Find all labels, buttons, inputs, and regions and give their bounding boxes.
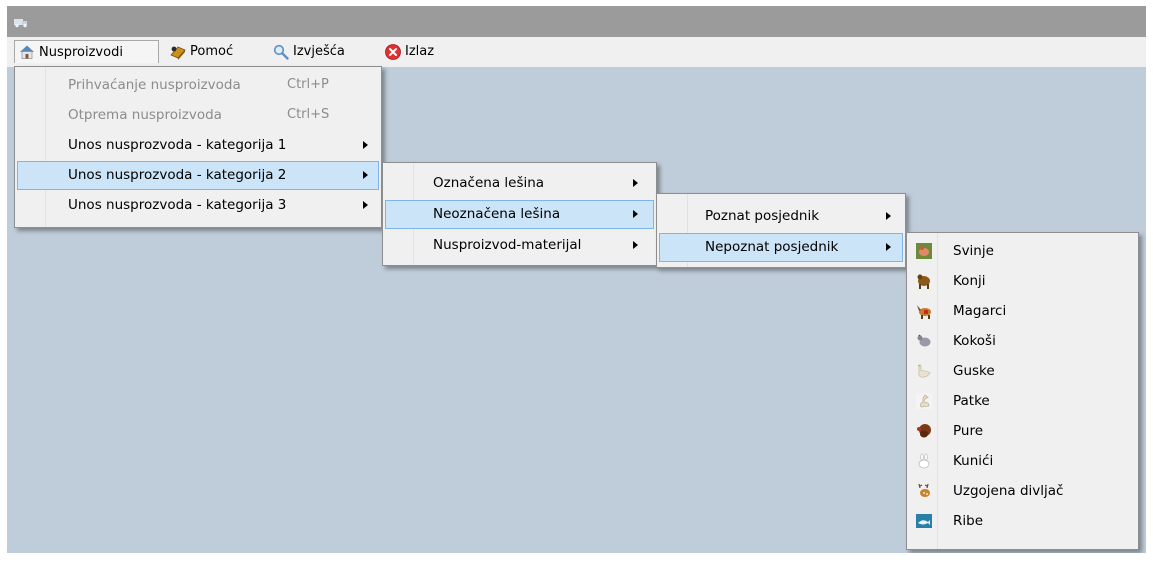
menu-item-label: Magarci [953,303,1007,319]
magnifier-icon [273,44,289,60]
deer-icon [918,483,930,497]
menu-item-guske[interactable]: Guske [909,357,1136,386]
submenu-arrow-icon [633,179,638,187]
menu-item-nepoznat-posjednik[interactable]: Nepoznat posjednik [659,233,903,262]
menu-item-label: Kunići [953,453,994,469]
menu-izlaz[interactable]: Izlaz [381,40,451,63]
menu-item-kategorija-1[interactable]: Unos nusprozvoda - kategorija 1 [17,131,379,160]
menu-item-label: Svinje [953,243,994,259]
menu-item-label: Poznat posjednik [705,208,820,224]
title-bar[interactable] [7,6,1146,37]
help-book-icon [170,46,186,60]
menu-item-nusproizvod-materijal[interactable]: Nusproizvod-materijal [385,231,654,260]
menu-item-label: Ribe [953,513,984,529]
submenu-arrow-icon [633,210,638,218]
menu-label: Izlaz [405,44,435,59]
app-window: Nusproizvodi Pomoć Izvješća Izlaz Prihva… [7,6,1146,553]
menu-item-svinje[interactable]: Svinje [909,237,1136,266]
turkey-icon [917,424,931,438]
chicken-icon [917,334,931,347]
menu-item-otprema[interactable]: Otprema nusproizvoda Ctrl+S [17,101,379,130]
menu-item-label: Unos nusprozvoda - kategorija 3 [68,197,287,213]
menu-item-label: Nepoznat posjednik [705,239,839,255]
duck-icon [916,393,932,409]
menu-item-label: Prihvaćanje nusproizvoda [68,77,241,93]
menu-item-label: Unos nusprozvoda - kategorija 2 [68,167,287,183]
menu-item-ribe[interactable]: Ribe [909,507,1136,536]
submenu-arrow-icon [363,171,368,179]
menu-item-label: Guske [953,363,995,379]
menu-item-kunici[interactable]: Kunići [909,447,1136,476]
menu-item-label: Otprema nusproizvoda [68,107,222,123]
home-icon [20,45,34,59]
menu-item-shortcut: Ctrl+S [287,107,330,122]
submenu-arrow-icon [363,201,368,209]
menu-item-label: Neoznačena lešina [433,206,561,222]
menu-item-uzgojena-divljac[interactable]: Uzgojena divljač [909,477,1136,506]
horse-icon [917,274,930,289]
submenu-arrow-icon [886,212,891,220]
menu-item-konji[interactable]: Konji [909,267,1136,296]
menu-item-pure[interactable]: Pure [909,417,1136,446]
exit-icon [385,43,401,60]
menu-item-patke[interactable]: Patke [909,387,1136,416]
menu-label: Nusproizvodi [39,44,123,60]
menu-item-label: Konji [953,273,986,289]
menu-izvjesca[interactable]: Izvješća [269,40,369,63]
menu-label: Pomoć [190,44,234,59]
menu-item-label: Označena lešina [433,175,545,191]
dropdown-nusproizvodi: Prihvaćanje nusproizvoda Ctrl+P Otprema … [14,66,382,228]
menu-pomoc[interactable]: Pomoć [166,40,251,63]
menu-item-oznacena-lesina[interactable]: Označena lešina [385,169,654,198]
submenu-arrow-icon [633,241,638,249]
menu-item-label: Pure [953,423,984,439]
menu-item-kokosi[interactable]: Kokoši [909,327,1136,356]
donkey-icon [917,305,931,319]
goose-icon [918,364,931,378]
menu-item-prihvacanje[interactable]: Prihvaćanje nusproizvoda Ctrl+P [17,71,379,100]
submenu-arrow-icon [886,243,891,251]
menu-item-poznat-posjednik[interactable]: Poznat posjednik [659,202,903,231]
menu-item-magarci[interactable]: Magarci [909,297,1136,326]
menu-label: Izvješća [293,44,345,59]
menu-bar: Nusproizvodi Pomoć Izvješća Izlaz [7,37,1146,67]
fish-icon [916,514,932,528]
menu-item-label: Uzgojena divljač [953,483,1064,499]
menu-item-label: Unos nusprozvoda - kategorija 1 [68,137,287,153]
menu-item-kategorija-2[interactable]: Unos nusprozvoda - kategorija 2 [17,161,379,190]
app-icon [14,19,27,28]
submenu-nepoznat-posjednik: Svinje Konji Magarci Kokoši Guske Patke … [906,232,1139,550]
rabbit-icon [918,453,930,469]
menu-item-label: Nusproizvod-materijal [433,237,582,253]
menu-item-shortcut: Ctrl+P [287,77,329,92]
submenu-arrow-icon [363,141,368,149]
submenu-kategorija-2: Označena lešina Neoznačena lešina Nuspro… [382,162,657,266]
menu-item-kategorija-3[interactable]: Unos nusprozvoda - kategorija 3 [17,191,379,220]
menu-nusproizvodi[interactable]: Nusproizvodi [14,40,159,63]
submenu-neoznacena-lesina: Poznat posjednik Nepoznat posjednik [656,193,906,268]
menu-item-neoznacena-lesina[interactable]: Neoznačena lešina [385,200,654,229]
menu-item-label: Kokoši [953,333,996,349]
pig-icon [916,243,932,259]
menu-item-label: Patke [953,393,990,409]
